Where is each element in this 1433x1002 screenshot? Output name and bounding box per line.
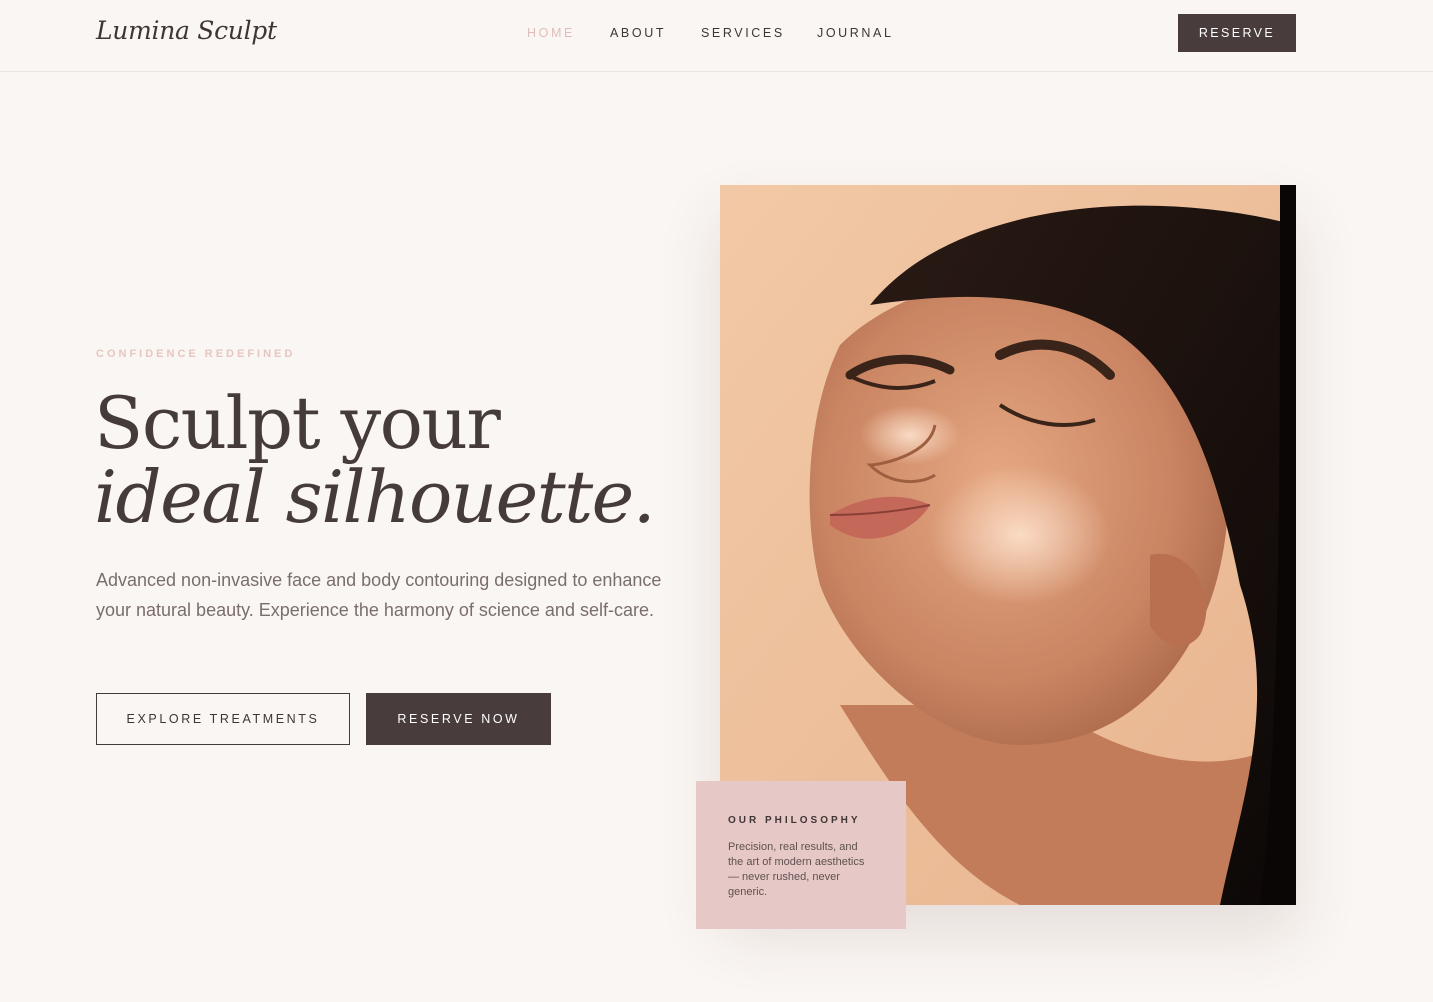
nav-item-home[interactable]: HOME <box>527 26 575 40</box>
explore-treatments-button[interactable]: EXPLORE TREATMENTS <box>96 693 350 745</box>
reserve-now-button[interactable]: RESERVE NOW <box>366 693 551 745</box>
philosophy-title: OUR PHILOSOPHY <box>728 815 861 826</box>
philosophy-card: OUR PHILOSOPHY Precision, real results, … <box>696 781 906 929</box>
nav-item-services[interactable]: SERVICES <box>701 26 785 40</box>
hero-description: Advanced non-invasive face and body cont… <box>96 570 662 620</box>
reserve-button[interactable]: RESERVE <box>1178 14 1296 52</box>
philosophy-text: Precision, real results, and the art of … <box>728 841 865 898</box>
nav-item-about[interactable]: ABOUT <box>610 26 666 40</box>
hero-eyebrow: CONFIDENCE REDEFINED <box>96 348 296 360</box>
site-header: Lumina Sculpt HOME ABOUT SERVICES JOURNA… <box>0 0 1433 72</box>
nav-item-journal[interactable]: JOURNAL <box>817 26 894 40</box>
hero-headline-line2: ideal silhouette. <box>94 455 656 539</box>
